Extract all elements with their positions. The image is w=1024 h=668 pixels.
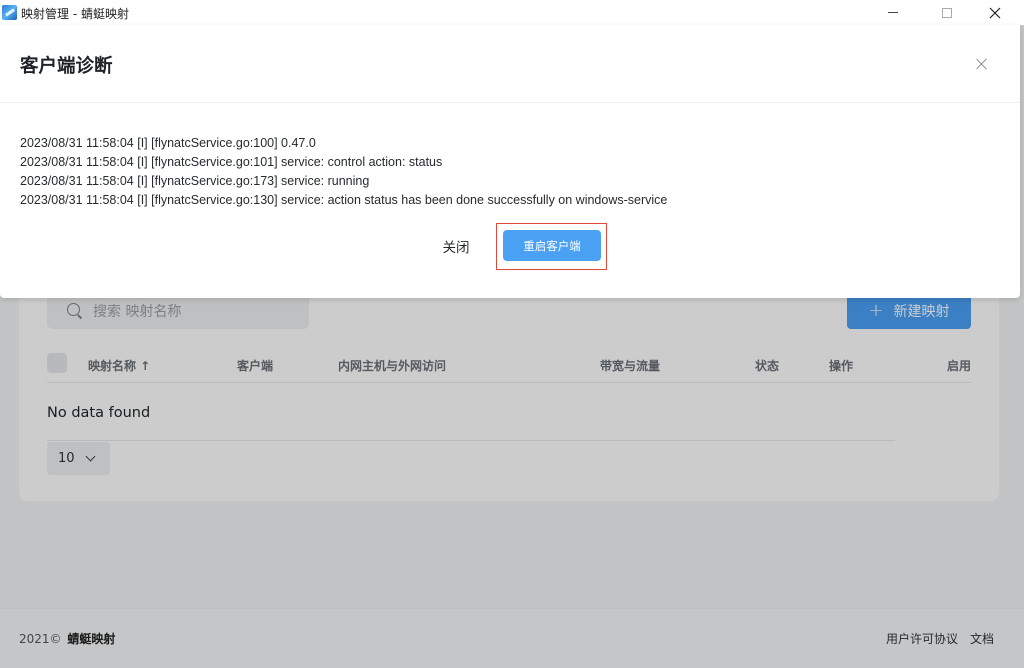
window-titlebar: 映射管理 - 蜻蜓映射 xyxy=(0,0,1024,25)
diagnosis-dialog: 客户端诊断 2023/08/31 11:58:04 [I] [flynatcSe… xyxy=(0,25,1020,298)
diagnosis-log: 2023/08/31 11:58:04 [I] [flynatcService.… xyxy=(20,134,667,210)
minimize-button[interactable] xyxy=(870,0,916,25)
close-dialog-button[interactable]: 关闭 xyxy=(426,234,486,258)
highlight-box: 重启客户端 xyxy=(496,223,607,270)
maximize-icon xyxy=(942,7,952,18)
window-title: 映射管理 - 蜻蜓映射 xyxy=(21,7,129,21)
log-line: 2023/08/31 11:58:04 [I] [flynatcService.… xyxy=(20,136,316,150)
dialog-divider xyxy=(0,102,1020,103)
window-close-button[interactable] xyxy=(972,0,1018,25)
dialog-close-icon[interactable] xyxy=(972,54,992,74)
close-icon xyxy=(989,7,1001,18)
restart-client-button[interactable]: 重启客户端 xyxy=(503,230,601,261)
log-line: 2023/08/31 11:58:04 [I] [flynatcService.… xyxy=(20,174,370,188)
log-line: 2023/08/31 11:58:04 [I] [flynatcService.… xyxy=(20,193,668,207)
app-logo-icon xyxy=(2,5,17,20)
log-line: 2023/08/31 11:58:04 [I] [flynatcService.… xyxy=(20,155,443,169)
maximize-button[interactable] xyxy=(924,0,970,25)
dialog-title: 客户端诊断 xyxy=(20,56,113,77)
minimize-icon xyxy=(888,12,898,13)
